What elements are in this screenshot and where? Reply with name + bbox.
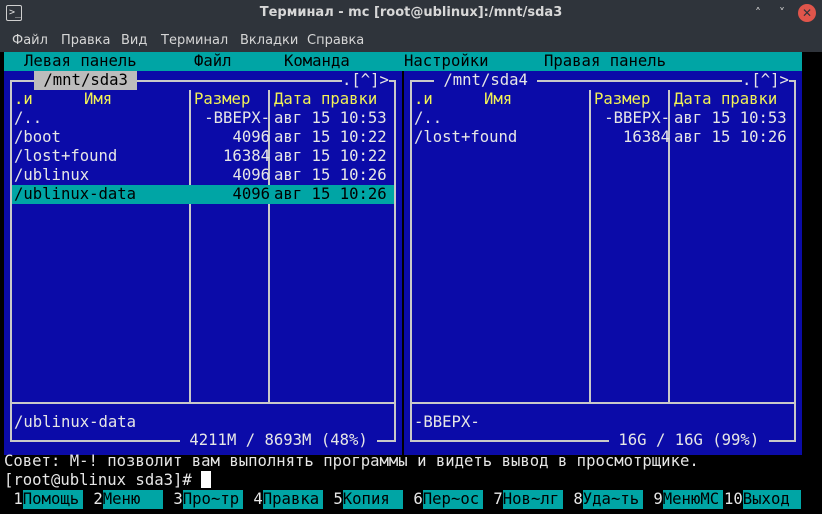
left-panel-path[interactable]: /mnt/sda3 [34, 71, 138, 90]
right-panel-border-right [794, 80, 796, 440]
left-panel-border-right [394, 80, 396, 440]
right-panel[interactable]: /mnt/sda4 .[^]> .и Имя Размер Дата правк… [404, 71, 802, 455]
right-panel-separator [410, 402, 796, 404]
menubar: Файл Правка Вид Терминал Вкладки Справка [0, 27, 822, 52]
prompt-text: [root@ublinux sda3]# [4, 471, 202, 489]
fkey-copy[interactable]: 5Копия [324, 490, 403, 509]
fkey-menu[interactable]: 2Меню [84, 490, 163, 509]
menu-terminal[interactable]: Терминал [161, 33, 228, 48]
file-name: /lost+found [14, 147, 118, 165]
mc-menu-options[interactable]: Настройки [404, 52, 489, 71]
file-date: авг 15 10:26 [674, 128, 787, 146]
right-panel-status: -ВВЕРХ- [414, 413, 480, 431]
fkey-delete[interactable]: 8Уда~ть [564, 490, 643, 509]
file-name: /ublinux-data [14, 185, 137, 203]
file-date: авг 15 10:53 [274, 109, 387, 127]
mc-menu-file[interactable]: Файл [194, 52, 232, 71]
menu-view[interactable]: Вид [121, 33, 147, 48]
file-date: авг 15 10:26 [274, 166, 387, 184]
file-name: /ublinux [14, 166, 90, 184]
right-panel-disk-usage: 16G / 16G (99%) [609, 431, 769, 450]
left-header-size[interactable]: Размер [194, 90, 250, 109]
menu-tabs[interactable]: Вкладки [240, 33, 298, 48]
left-file-row[interactable]: /boot 4096 авг 15 10:22 [12, 128, 394, 147]
file-name: /.. [414, 109, 443, 127]
menu-help[interactable]: Справка [307, 33, 364, 48]
close-button[interactable]: ✕ [798, 4, 816, 22]
maximize-button[interactable]: ˅ [772, 4, 792, 22]
fkey-quit[interactable]: 10Выход [724, 490, 801, 509]
fkey-pulldown[interactable]: 9МенюMC [644, 490, 723, 509]
mc-menu-left-panel[interactable]: Левая панель [24, 52, 137, 71]
right-header-name[interactable]: Имя [484, 90, 512, 109]
left-panel[interactable]: /mnt/sda3 .[^]> .и Имя Размер Дата правк… [4, 71, 402, 455]
file-name: /boot [14, 128, 61, 146]
file-date: авг 15 10:22 [274, 147, 387, 165]
file-name: /lost+found [414, 128, 518, 146]
file-size: 4096 [232, 185, 270, 203]
left-panel-disk-usage: 4211M / 8693M (48%) [180, 431, 378, 450]
left-header-name[interactable]: Имя [84, 90, 112, 109]
mc-menubar: Левая панель Файл Команда Настройки Прав… [4, 52, 802, 71]
right-file-row[interactable]: /lost+found 16384 авг 15 10:26 [412, 128, 794, 147]
left-panel-separator [10, 402, 396, 404]
window-titlebar: >_ Терминал - mc [root@ublinux]:/mnt/sda… [0, 0, 822, 27]
file-size: 4096 [232, 166, 270, 184]
file-size: 16384 [623, 128, 670, 146]
left-header-date[interactable]: Дата правки [274, 90, 377, 109]
left-panel-corner[interactable]: .[^]> [342, 71, 389, 90]
left-file-row[interactable]: /.. -ВВЕРХ- авг 15 10:53 [12, 109, 394, 128]
right-header-date[interactable]: Дата правки [674, 90, 777, 109]
file-date: авг 15 10:22 [274, 128, 387, 146]
right-panel-path[interactable]: /mnt/sda4 [434, 71, 538, 90]
mc-menu-command[interactable]: Команда [284, 52, 350, 71]
window-title: Терминал - mc [root@ublinux]:/mnt/sda3 [259, 5, 563, 20]
text-cursor [201, 471, 212, 488]
file-date: авг 15 10:53 [674, 109, 787, 127]
fkey-edit[interactable]: 4Правка [244, 490, 323, 509]
left-file-row[interactable]: /ublinux 4096 авг 15 10:26 [12, 166, 394, 185]
mc-menu-right-panel[interactable]: Правая панель [544, 52, 666, 71]
right-file-row[interactable]: /.. -ВВЕРХ- авг 15 10:53 [412, 109, 794, 128]
menu-edit[interactable]: Правка [61, 33, 110, 48]
left-file-row-selected[interactable]: /ublinux-data 4096 авг 15 10:26 [12, 185, 394, 204]
file-date: авг 15 10:26 [274, 185, 387, 203]
right-panel-corner[interactable]: .[^]> [742, 71, 789, 90]
hint-line: Совет: M-! позволит вам выполнять програ… [4, 452, 699, 470]
menu-file[interactable]: Файл [12, 33, 48, 48]
minimize-button[interactable]: ˄ [748, 4, 768, 22]
fkey-view[interactable]: 3Про~тр [164, 490, 243, 509]
file-name: /.. [14, 109, 43, 127]
file-size: -ВВЕРХ- [604, 109, 670, 127]
right-header-sort[interactable]: .и [414, 90, 433, 109]
left-header-sort[interactable]: .и [14, 90, 33, 109]
fkey-help[interactable]: 1Помощь [4, 490, 83, 509]
command-line[interactable]: [root@ublinux sda3]# [4, 471, 212, 490]
file-size: 16384 [223, 147, 270, 165]
file-size: -ВВЕРХ- [204, 109, 270, 127]
file-size: 4096 [232, 128, 270, 146]
fkey-move[interactable]: 6Пер~ос [404, 490, 483, 509]
left-panel-status: /ublinux-data [14, 413, 137, 431]
terminal-area[interactable]: Левая панель Файл Команда Настройки Прав… [0, 52, 822, 514]
left-file-row[interactable]: /lost+found 16384 авг 15 10:22 [12, 147, 394, 166]
fkey-mkdir[interactable]: 7Нов~лг [484, 490, 563, 509]
right-header-size[interactable]: Размер [594, 90, 650, 109]
